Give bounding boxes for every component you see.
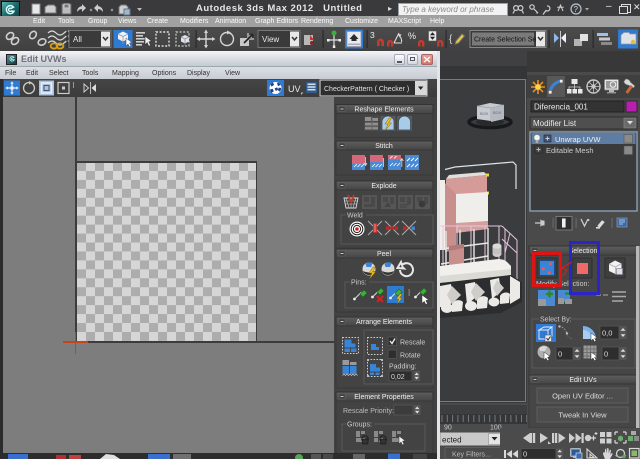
svg-text:Rescale Priority:: Rescale Priority:	[343, 408, 394, 415]
svg-text:View: View	[262, 35, 279, 44]
svg-text:Peel: Peel	[377, 251, 391, 258]
svg-text:Stitch: Stitch	[375, 143, 393, 150]
svg-text:Explode: Explode	[371, 183, 396, 190]
svg-text:Padding:: Padding:	[389, 364, 417, 371]
svg-text:0: 0	[523, 450, 527, 459]
svg-text:Editable Mesh: Editable Mesh	[546, 146, 594, 155]
svg-text:BOX: BOX	[480, 111, 489, 116]
svg-text:Key Filters...: Key Filters...	[452, 452, 491, 459]
svg-text:3: 3	[370, 30, 375, 40]
svg-text:Pins:: Pins:	[351, 280, 367, 287]
svg-text:Groups:: Groups:	[347, 422, 372, 429]
svg-text:Select By:: Select By:	[540, 317, 572, 324]
svg-text:Arrange Elements: Arrange Elements	[356, 319, 413, 326]
svg-text:Open UV Editor ...: Open UV Editor ...	[552, 392, 613, 401]
svg-text:Diferencia_001: Diferencia_001	[534, 103, 588, 112]
svg-text:CheckerPattern ( Checker ): CheckerPattern ( Checker )	[324, 86, 409, 93]
svg-text:Edit UVs: Edit UVs	[569, 377, 597, 384]
svg-text:{: {	[449, 34, 453, 45]
svg-text:90: 90	[444, 425, 452, 432]
svg-text:Unwrap UVW: Unwrap UVW	[555, 135, 601, 144]
svg-text:ected: ected	[442, 436, 462, 445]
svg-text:?: ?	[574, 5, 579, 14]
svg-text:Create Selection Se: Create Selection Se	[474, 37, 536, 44]
svg-text:Weld: Weld	[347, 213, 363, 220]
svg-text:All: All	[73, 35, 82, 44]
svg-text:0,02: 0,02	[391, 374, 405, 381]
svg-text:BOX: BOX	[493, 110, 502, 115]
svg-text:0: 0	[558, 350, 562, 359]
svg-text:0: 0	[604, 350, 608, 359]
svg-text:Reshape Elements: Reshape Elements	[354, 107, 414, 114]
svg-text:Rotate: Rotate	[400, 353, 421, 360]
svg-text:Element Properties: Element Properties	[354, 394, 414, 401]
svg-text:Tweak In View: Tweak In View	[558, 411, 607, 420]
svg-text:Rescale: Rescale	[400, 340, 425, 347]
svg-text:UV: UV	[288, 84, 301, 94]
svg-text:%: %	[408, 31, 416, 41]
svg-text:Modifier List: Modifier List	[533, 119, 577, 128]
svg-text:0,0: 0,0	[602, 329, 612, 338]
